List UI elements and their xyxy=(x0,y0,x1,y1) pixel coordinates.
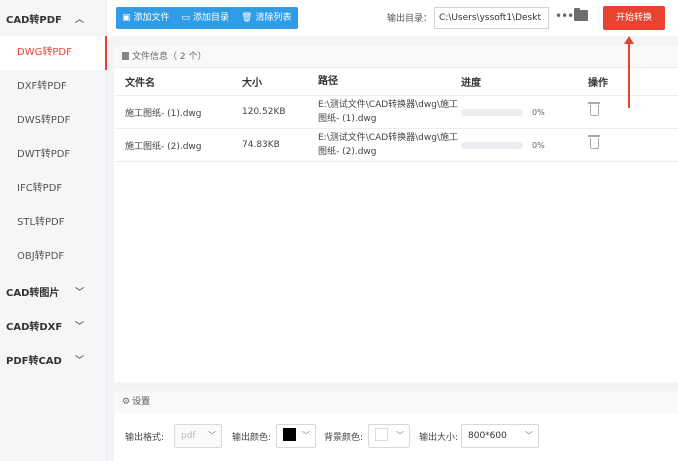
row-actions xyxy=(588,135,628,152)
gear-icon: ⚙ xyxy=(122,397,131,407)
table-header: 文件名 大小 路径 进度 操作 xyxy=(114,68,678,96)
sidebar-item-dxf-pdf[interactable]: DXF转PDF xyxy=(0,70,106,104)
sidebar-item-stl-pdf[interactable]: STL转PDF xyxy=(0,206,106,240)
file-panel-header: 文件信息（ 2 个） xyxy=(114,46,678,68)
sidebar-group-label: PDF转CAD xyxy=(6,355,62,367)
output-color-label: 输出颜色: xyxy=(232,433,272,443)
row-actions xyxy=(588,102,628,119)
output-format-value: pdf xyxy=(181,431,196,441)
file-progress: 0% xyxy=(461,141,588,150)
settings-panel: ⚙ 设置 输出格式: pdf ﹀ 输出颜色: ﹀ 背景颜色: ﹀ 输出大小: 80… xyxy=(114,391,678,461)
toolbar: ▣ 添加文件 ▭ 添加目录 🗑 清除列表 输出目录： C:\Users\ysso… xyxy=(107,0,678,36)
sidebar-group-cad-to-image[interactable]: CAD转图片 ﹀ xyxy=(0,274,106,308)
clear-list-button[interactable]: 🗑 清除列表 xyxy=(235,7,297,29)
column-header-path: 路径 xyxy=(318,75,338,87)
file-name: 施工图纸- (2).dwg xyxy=(125,141,202,152)
sidebar-group-cad-to-pdf[interactable]: CAD转PDF ︿ xyxy=(0,0,106,36)
annotation-arrow-head xyxy=(624,36,634,44)
sidebar-group-label: CAD转图片 xyxy=(6,287,60,299)
output-size-label: 输出大小: xyxy=(419,433,459,443)
add-file-label: 添加文件 xyxy=(133,13,170,23)
more-icon[interactable]: ••• xyxy=(555,9,574,23)
sidebar-item-obj-pdf[interactable]: OBJ转PDF xyxy=(0,240,106,274)
progress-percent: 0% xyxy=(532,140,545,150)
open-folder-icon[interactable] xyxy=(574,8,588,21)
output-format-select: pdf ﹀ xyxy=(174,424,222,448)
progress-bar xyxy=(461,108,523,116)
sidebar: CAD转PDF ︿ DWG转PDF DXF转PDF DWS转PDF DWT转PD… xyxy=(0,0,107,461)
chevron-down-icon: ﹀ xyxy=(74,321,84,332)
toolbar-button-group: ▣ 添加文件 ▭ 添加目录 🗑 清除列表 xyxy=(116,7,298,29)
sidebar-item-ifc-pdf[interactable]: IFC转PDF xyxy=(0,172,106,206)
column-header-progress: 进度 xyxy=(461,78,481,89)
document-icon xyxy=(122,52,129,60)
output-color-swatch xyxy=(283,428,296,441)
start-convert-button[interactable]: 开始转换 xyxy=(603,6,665,30)
column-header-size: 大小 xyxy=(242,78,262,89)
add-file-button[interactable]: ▣ 添加文件 xyxy=(116,7,176,29)
bg-color-select[interactable]: ﹀ xyxy=(368,424,410,448)
annotation-arrow-shaft xyxy=(628,42,630,108)
trash-icon: 🗑 xyxy=(241,13,253,23)
add-folder-button[interactable]: ▭ 添加目录 xyxy=(176,7,236,29)
progress-bar xyxy=(461,141,523,149)
file-size: 120.52KB xyxy=(242,107,286,117)
settings-title: 设置 xyxy=(132,397,151,407)
sidebar-group-cad-to-dxf[interactable]: CAD转DXF ﹀ xyxy=(0,308,106,342)
output-color-select[interactable]: ﹀ xyxy=(276,424,316,448)
file-progress: 0% xyxy=(461,108,588,117)
main-area: ▣ 添加文件 ▭ 添加目录 🗑 清除列表 输出目录： C:\Users\ysso… xyxy=(107,0,678,461)
sidebar-group-label: CAD转DXF xyxy=(6,321,63,333)
bg-color-label: 背景颜色: xyxy=(324,433,364,443)
settings-header: ⚙ 设置 xyxy=(114,391,678,413)
chevron-down-icon: ﹀ xyxy=(302,431,310,440)
chevron-up-icon: ︿ xyxy=(74,14,84,25)
sidebar-group-label: CAD转PDF xyxy=(6,14,62,26)
chevron-down-icon: ﹀ xyxy=(74,355,84,366)
output-dir-label: 输出目录： xyxy=(387,14,433,24)
delete-icon[interactable] xyxy=(588,102,600,116)
output-size-select[interactable]: 800*600 ﹀ xyxy=(461,424,539,448)
settings-row: 输出格式: pdf ﹀ 输出颜色: ﹀ 背景颜色: ﹀ 输出大小: 800*60… xyxy=(114,424,678,448)
sidebar-group-pdf-to-cad[interactable]: PDF转CAD ﹀ xyxy=(0,342,106,376)
progress-percent: 0% xyxy=(532,107,545,117)
table-row[interactable]: 施工图纸- (1).dwg 120.52KB E:\测试文件\CAD转换器\dw… xyxy=(114,96,678,129)
output-format-label: 输出格式: xyxy=(125,433,165,443)
file-panel: 文件信息（ 2 个） 文件名 大小 路径 进度 操作 施工图纸- (1).dwg… xyxy=(114,46,678,382)
file-size: 74.83KB xyxy=(242,140,280,150)
bg-color-swatch xyxy=(375,428,388,441)
add-folder-label: 添加目录 xyxy=(193,13,230,23)
file-path: E:\测试文件\CAD转换器\dwg\施工图纸- (1).dwg xyxy=(318,100,459,124)
folder-icon: ▭ xyxy=(181,13,191,23)
sidebar-item-dwg-pdf[interactable]: DWG转PDF xyxy=(0,36,107,70)
chevron-down-icon: ﹀ xyxy=(396,431,404,440)
column-header-action: 操作 xyxy=(588,78,608,89)
output-size-value: 800*600 xyxy=(468,431,507,441)
output-dir-input[interactable]: C:\Users\yssoft1\Deskt xyxy=(434,7,549,29)
chevron-down-icon: ﹀ xyxy=(208,431,216,440)
sidebar-item-dws-pdf[interactable]: DWS转PDF xyxy=(0,104,106,138)
chevron-down-icon: ﹀ xyxy=(74,287,84,298)
clear-list-label: 清除列表 xyxy=(255,13,292,23)
add-file-icon: ▣ xyxy=(122,13,131,23)
file-count-label: 文件信息（ 2 个） xyxy=(132,52,207,62)
file-path: E:\测试文件\CAD转换器\dwg\施工图纸- (2).dwg xyxy=(318,133,459,157)
sidebar-item-dwt-pdf[interactable]: DWT转PDF xyxy=(0,138,106,172)
chevron-down-icon: ﹀ xyxy=(525,431,533,440)
table-row[interactable]: 施工图纸- (2).dwg 74.83KB E:\测试文件\CAD转换器\dwg… xyxy=(114,129,678,162)
delete-icon[interactable] xyxy=(588,135,600,149)
column-header-filename: 文件名 xyxy=(125,78,155,89)
file-name: 施工图纸- (1).dwg xyxy=(125,108,202,119)
